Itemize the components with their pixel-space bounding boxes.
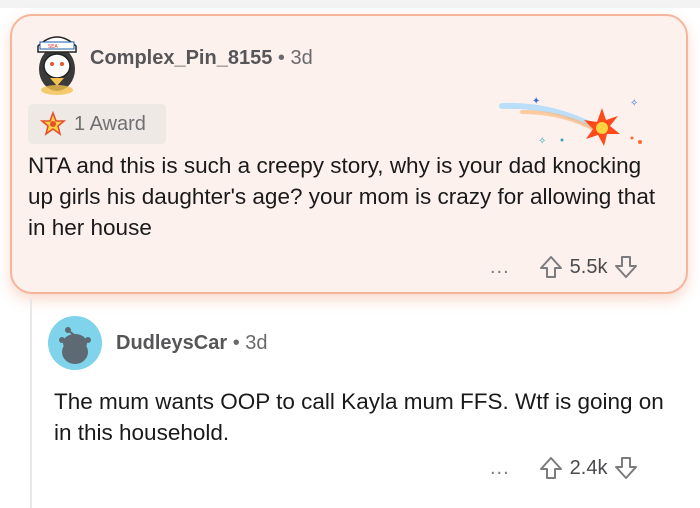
vote-score: 5.5k (569, 255, 608, 278)
comment-body: NTA and this is such a creepy story, why… (28, 153, 656, 240)
comment-age: 3d (245, 332, 268, 354)
comment-header: DudleysCar • 3d (116, 332, 268, 355)
award-star-icon (40, 111, 66, 136)
top-divider (0, 0, 700, 8)
separator-dot: • (232, 332, 240, 354)
svg-text:✧: ✧ (630, 98, 638, 109)
comment-card-highlighted: SEA Complex_Pin_8155 • 3d 1 Award ✦ ✧ ✧ … (10, 14, 688, 294)
more-options-icon[interactable]: ... (490, 256, 510, 279)
award-label: 1 Award (74, 112, 146, 135)
award-badge[interactable]: 1 Award (28, 104, 166, 144)
more-options-icon[interactable]: ... (490, 457, 510, 480)
comment-actions: ... 2.4k (490, 455, 639, 481)
user-avatar-icon[interactable] (48, 316, 102, 370)
comment-actions: ... 5.5k (490, 254, 639, 280)
upvote-icon[interactable] (538, 254, 564, 280)
svg-text:✦: ✦ (532, 96, 540, 107)
downvote-icon[interactable] (613, 254, 639, 280)
comment-body: The mum wants OOP to call Kayla mum FFS.… (54, 389, 664, 445)
upvote-icon[interactable] (538, 455, 564, 481)
downvote-icon[interactable] (613, 455, 639, 481)
user-avatar-icon[interactable]: SEA (26, 26, 88, 96)
username[interactable]: DudleysCar (116, 332, 227, 354)
thread-line[interactable] (30, 298, 32, 508)
svg-text:✧: ✧ (538, 136, 546, 147)
comment-age: 3d (290, 47, 313, 69)
firework-award-icon: ✦ ✧ ✧ (499, 96, 642, 147)
vote-score: 2.4k (569, 456, 608, 479)
svg-text:SEA: SEA (48, 44, 58, 50)
comment-header: Complex_Pin_8155 • 3d (90, 47, 313, 70)
separator-dot: • (277, 47, 285, 69)
username[interactable]: Complex_Pin_8155 (90, 47, 272, 69)
